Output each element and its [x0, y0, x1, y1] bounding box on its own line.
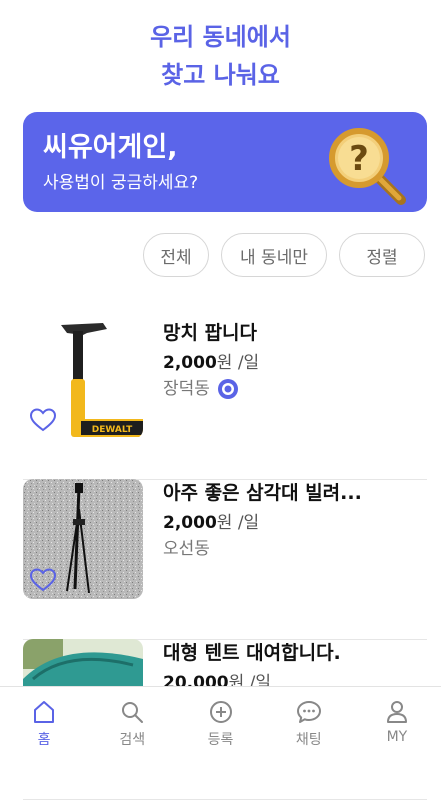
item-title: 아주 좋은 삼각대 빌려...	[163, 482, 362, 504]
heart-icon[interactable]	[29, 407, 57, 433]
price-unit: 원 /일	[216, 353, 260, 373]
filter-all-button[interactable]: 전체	[143, 233, 209, 277]
nav-label: 등록	[207, 732, 234, 748]
svg-text:DEWALT: DEWALT	[92, 425, 133, 435]
search-icon	[122, 702, 144, 723]
list-item[interactable]: DEWALT 망치 팝니다 2,000원 /일 장덕동	[23, 319, 427, 480]
location-label: 오선동	[163, 539, 210, 559]
home-icon	[34, 701, 55, 723]
chat-icon	[296, 701, 321, 723]
banner-title: 씨유어게인,	[43, 132, 178, 163]
nav-chat[interactable]: 채팅	[265, 687, 353, 759]
filter-my-neighborhood-button[interactable]: 내 동네만	[221, 233, 327, 277]
banner-subtitle: 사용법이 궁금하세요?	[43, 173, 199, 193]
nav-label: 검색	[119, 732, 146, 748]
item-location: 장덕동	[163, 376, 427, 402]
page-title-line2: 찾고 나눠요	[161, 61, 280, 89]
item-price: 2,000원 /일	[163, 510, 427, 536]
question-magnifier-icon: ?	[329, 128, 406, 205]
filter-bar: 전체 내 동네만 정렬	[143, 233, 425, 277]
price-value: 2,000	[163, 353, 217, 373]
item-title: 망치 팝니다	[163, 322, 258, 344]
verified-badge-icon	[217, 379, 238, 399]
nav-search[interactable]: 검색	[88, 687, 176, 759]
plus-circle-icon	[209, 701, 232, 723]
list-item[interactable]: 아주 좋은 삼각대 빌려... 2,000원 /일 오선동	[23, 479, 427, 640]
nav-label: MY	[386, 729, 408, 745]
user-icon	[386, 701, 407, 723]
item-image: DEWALT	[23, 319, 143, 439]
nav-home[interactable]: 홈	[0, 687, 88, 759]
item-location: 오선동	[163, 536, 427, 562]
bottom-nav: 홈 검색 등록 채팅 MY	[0, 686, 441, 759]
item-price: 2,000원 /일	[163, 350, 427, 376]
item-image	[23, 479, 143, 599]
svg-text:?: ?	[349, 139, 369, 179]
price-value: 2,000	[163, 513, 217, 533]
page-title: 우리 동네에서 찾고 나눠요	[0, 18, 441, 94]
nav-label: 홈	[37, 732, 51, 748]
nav-my[interactable]: MY	[353, 687, 441, 759]
page-title-line1: 우리 동네에서	[150, 23, 291, 51]
guide-banner[interactable]: 씨유어게인, 사용법이 궁금하세요? ?	[23, 112, 427, 212]
item-title: 대형 텐트 대여합니다.	[163, 642, 341, 664]
price-unit: 원 /일	[216, 513, 260, 533]
heart-icon[interactable]	[29, 567, 57, 593]
nav-label: 채팅	[295, 732, 322, 748]
location-label: 장덕동	[163, 379, 210, 399]
nav-register[interactable]: 등록	[176, 687, 264, 759]
sort-button[interactable]: 정렬	[339, 233, 425, 277]
